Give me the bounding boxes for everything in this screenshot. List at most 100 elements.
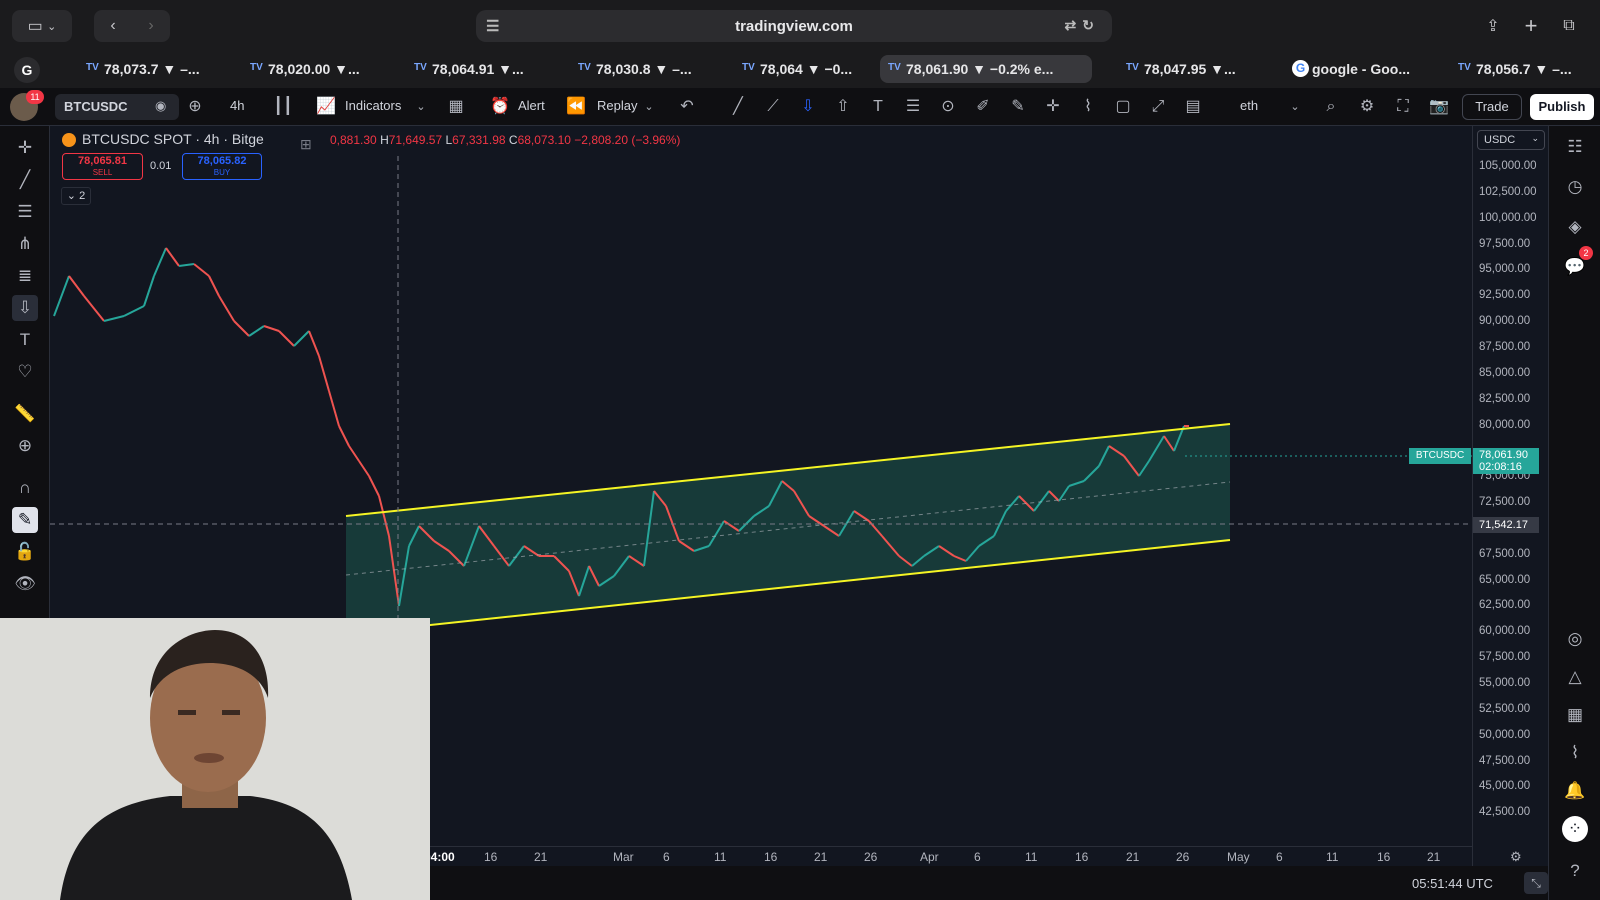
ellipse-icon[interactable]: ⊙: [937, 96, 959, 118]
chevron-down-icon[interactable]: ⌄: [1284, 96, 1306, 118]
browser-tab[interactable]: TV 78,064.91 ▼...: [406, 55, 558, 83]
layout-name-button[interactable]: eth: [1240, 98, 1258, 113]
crosshair-icon[interactable]: ✛: [1042, 96, 1064, 118]
interval-button[interactable]: 4h: [230, 98, 244, 113]
utc-clock[interactable]: 05:51:44 UTC: [1412, 876, 1493, 891]
templates-icon[interactable]: ▦: [445, 96, 467, 118]
new-tab-icon[interactable]: +: [1513, 10, 1549, 42]
alert-icon: ⏰: [490, 98, 510, 115]
layers-icon[interactable]: ◈: [1562, 214, 1588, 240]
eye-icon[interactable]: 👁: [12, 571, 38, 597]
publish-button[interactable]: Publish: [1530, 94, 1594, 120]
camera-icon[interactable]: 📷: [1428, 96, 1450, 118]
page-menu-icon[interactable]: ☰: [486, 17, 499, 35]
replay-button[interactable]: Replay: [597, 98, 637, 113]
tradingview-icon: TV: [742, 62, 755, 73]
translate-reload-icons[interactable]: ⇄↻: [1065, 17, 1100, 34]
trend-line-icon[interactable]: ╱: [727, 96, 749, 118]
down-candle: [263, 325, 280, 332]
indicators-button[interactable]: Indicators: [345, 98, 401, 113]
axis-settings-icon[interactable]: ⚙: [1510, 849, 1522, 865]
favorites-icon[interactable]: ♡: [12, 359, 38, 385]
settings-icon[interactable]: ⚙: [1356, 96, 1378, 118]
sidebar-toggle-button[interactable]: ▭ ⌄: [12, 10, 72, 42]
horizontal-lines-icon[interactable]: ☰: [12, 199, 38, 225]
stream-icon[interactable]: ⌇: [1562, 740, 1588, 766]
tradingview-icon: TV: [1126, 62, 1139, 73]
price-label: 42,500.00: [1479, 806, 1531, 819]
address-bar[interactable]: ☰ tradingview.com ⇄↻: [476, 10, 1112, 42]
search-icon[interactable]: ⌕: [1320, 96, 1342, 118]
browser-tab[interactable]: Ggoogle - Goo...: [1286, 55, 1436, 83]
stay-drawing-icon[interactable]: ✎: [12, 507, 38, 533]
low-value: 67,331.98: [452, 133, 506, 147]
fullscreen-icon[interactable]: ⛶: [1392, 96, 1414, 118]
share-icon[interactable]: ⇪: [1475, 10, 1511, 42]
notifications-icon[interactable]: 🔔: [1562, 778, 1588, 804]
sell-price: 78,065.81: [78, 155, 127, 167]
order-quantity[interactable]: 0.01: [150, 160, 171, 172]
object-tree-icon[interactable]: ▤: [1182, 96, 1204, 118]
symbol-search-button[interactable]: BTCUSDC ◉: [55, 94, 179, 120]
text-tool-icon[interactable]: T: [12, 327, 38, 353]
sell-button[interactable]: 78,065.81 SELL: [62, 153, 143, 180]
back-button[interactable]: ‹: [94, 17, 132, 35]
maximize-pane-icon[interactable]: ⤡: [1524, 872, 1548, 894]
forward-button[interactable]: ›: [132, 17, 170, 35]
arrow-up-icon[interactable]: ⇧: [832, 96, 854, 118]
google-icon[interactable]: G: [14, 57, 40, 83]
channel-tool-icon[interactable]: ⇩: [12, 295, 38, 321]
price-scale[interactable]: USDC ⌄ 105,000.00 102,500.00 100,000.00 97,5…: [1472, 126, 1548, 866]
chevron-down-icon[interactable]: ⌄: [638, 96, 660, 118]
lock-icon[interactable]: 🔓: [12, 539, 38, 565]
channel-tool-icon[interactable]: ⇩: [797, 96, 819, 118]
trade-button[interactable]: Trade: [1462, 94, 1522, 120]
browser-tab[interactable]: TV 78,073.7 ▼ –...: [78, 55, 230, 83]
browser-tab[interactable]: TV 78,056.7 ▼ –...: [1450, 55, 1600, 83]
replay-icon: ⏪: [566, 98, 586, 115]
buy-button[interactable]: 78,065.82 BUY: [182, 153, 262, 180]
alerts-clock-icon[interactable]: ◷: [1562, 174, 1588, 200]
tab-overview-icon[interactable]: ⧉: [1551, 10, 1587, 42]
pitchfork-icon[interactable]: ⋔: [12, 231, 38, 257]
text-tool-icon[interactable]: T: [867, 96, 889, 118]
path-icon[interactable]: ⌇: [1077, 96, 1099, 118]
symbol-info-icon[interactable]: ◉: [155, 98, 166, 114]
currency-selector[interactable]: USDC ⌄: [1477, 130, 1545, 150]
apps-grid-icon[interactable]: ⁘: [1562, 816, 1588, 842]
fib-icon[interactable]: ≣: [12, 263, 38, 289]
measure-icon[interactable]: ⤢: [1147, 96, 1169, 118]
calendar-icon[interactable]: ▦: [1562, 702, 1588, 728]
help-icon[interactable]: ?: [1562, 858, 1588, 884]
brush-icon[interactable]: ✐: [972, 96, 994, 118]
chevron-down-icon[interactable]: ⌄: [410, 96, 432, 118]
presenter-video-frame: [0, 618, 430, 900]
indicators-collapse-button[interactable]: ⌄ 2: [61, 187, 91, 205]
horizontal-lines-icon[interactable]: ☰: [902, 96, 924, 118]
pen-icon[interactable]: ✎: [1007, 96, 1029, 118]
crosshair-icon[interactable]: ✛: [12, 135, 38, 161]
trend-line-icon[interactable]: ╱: [12, 167, 38, 193]
ray-icon[interactable]: ⟋: [762, 96, 784, 118]
ruler-icon[interactable]: 📏: [12, 401, 38, 427]
tradingview-icon: TV: [86, 62, 99, 73]
target-icon[interactable]: ◎: [1562, 626, 1588, 652]
rectangle-icon[interactable]: ▢: [1112, 96, 1134, 118]
compare-add-icon[interactable]: ⊕: [184, 96, 206, 118]
magnet-icon[interactable]: ∩: [12, 475, 38, 501]
alert-button[interactable]: Alert: [518, 98, 545, 113]
browser-tab[interactable]: TV 78,020.00 ▼...: [242, 55, 394, 83]
browser-tab[interactable]: TV 78,047.95 ▼...: [1118, 55, 1270, 83]
legend-options-icon[interactable]: ⊞: [300, 136, 312, 153]
browser-tab[interactable]: TV 78,064 ▼ −0...: [734, 55, 886, 83]
watchlist-icon[interactable]: ☷: [1562, 134, 1588, 160]
time-label: 11: [1025, 850, 1038, 864]
candle-type-icon[interactable]: ┃┃: [272, 96, 294, 118]
symbol-legend-title[interactable]: BTCUSDC SPOT · 4h · Bitge: [82, 131, 264, 147]
ideas-icon[interactable]: △: [1562, 664, 1588, 690]
browser-tab[interactable]: TV 78,030.8 ▼ –...: [570, 55, 722, 83]
zoom-in-icon[interactable]: ⊕: [12, 433, 38, 459]
browser-tab-active[interactable]: TV 78,061.90 ▼ −0.2% e...: [880, 55, 1092, 83]
price-label: 97,500.00: [1479, 237, 1531, 250]
undo-icon[interactable]: ↶: [676, 96, 698, 118]
